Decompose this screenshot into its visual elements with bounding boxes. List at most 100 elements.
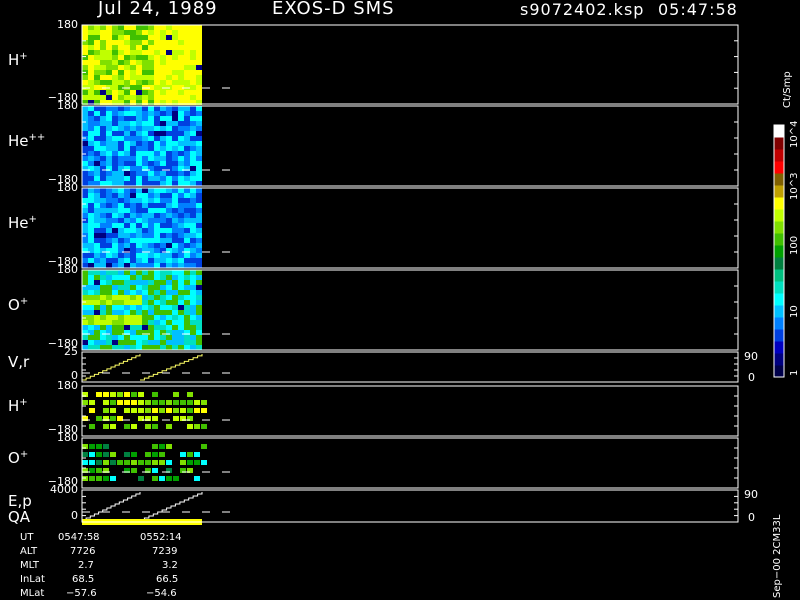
heatmap-cell: [142, 126, 148, 131]
heatmap-cell: [106, 340, 112, 345]
heatmap-cell: [88, 131, 94, 136]
series-line: [82, 492, 203, 521]
heatmap-cell: [142, 141, 148, 146]
heatmap-cell: [100, 40, 106, 45]
heatmap-cell: [106, 263, 112, 268]
heatmap-cell: [82, 325, 88, 330]
heatmap-cell: [184, 198, 190, 203]
heatmap-cell: [201, 424, 207, 429]
heatmap-cell: [148, 340, 154, 345]
heatmap-cell: [118, 295, 124, 300]
heatmap-cell: [136, 35, 142, 40]
heatmap-cell: [142, 198, 148, 203]
heatmap-cell: [142, 193, 148, 198]
heatmap-cell: [100, 345, 106, 350]
heatmap-cell: [94, 156, 100, 161]
heatmap-cell: [88, 25, 94, 30]
heatmap-cell: [100, 176, 106, 181]
heatmap-cell: [148, 151, 154, 156]
heatmap-cell: [166, 290, 172, 295]
heatmap-cell: [154, 156, 160, 161]
heatmap-cell: [82, 198, 88, 203]
heatmap-cell: [190, 325, 196, 330]
heatmap-cell: [136, 30, 142, 35]
heatmap-cell: [184, 208, 190, 213]
heatmap-cell: [196, 243, 202, 248]
heatmap-cell: [112, 146, 118, 151]
heatmap-cell: [166, 340, 172, 345]
heatmap-cell: [112, 65, 118, 70]
y-tick-top: 180: [57, 181, 78, 194]
heatmap-cell: [138, 408, 144, 413]
heatmap-cell: [112, 55, 118, 60]
heatmap-cell: [172, 146, 178, 151]
heatmap-cell: [166, 50, 172, 55]
heatmap-cell: [172, 233, 178, 238]
heatmap-cell: [196, 208, 202, 213]
heatmap-cell: [124, 408, 130, 413]
heatmap-cell: [100, 161, 106, 166]
heatmap-cell: [130, 208, 136, 213]
heatmap-cell: [82, 126, 88, 131]
heatmap-cell: [184, 146, 190, 151]
heatmap-cell: [124, 295, 130, 300]
heatmap-cell: [178, 218, 184, 223]
heatmap-cell: [130, 161, 136, 166]
heatmap-cell: [160, 25, 166, 30]
heatmap-cell: [184, 340, 190, 345]
heatmap-cell: [112, 151, 118, 156]
heatmap-cell: [152, 444, 158, 449]
heatmap-cell: [94, 188, 100, 193]
heatmap-cell: [184, 345, 190, 350]
heatmap-cell: [124, 315, 130, 320]
heatmap-cell: [184, 106, 190, 111]
panel-label-sup: +: [19, 449, 29, 460]
heatmap-cell: [88, 258, 94, 263]
heatmap-cell: [130, 295, 136, 300]
heatmap-cell: [106, 345, 112, 350]
heatmap-cell: [173, 400, 179, 405]
heatmap-cell: [166, 305, 172, 310]
heatmap-cell: [112, 25, 118, 30]
heatmap-cell: [138, 460, 144, 465]
heatmap-cell: [106, 295, 112, 300]
heatmap-cell: [142, 263, 148, 268]
heatmap-cell: [112, 305, 118, 310]
heatmap-cell: [178, 203, 184, 208]
heatmap-cell: [190, 25, 196, 30]
heatmap-cell: [130, 95, 136, 100]
heatmap-cell: [172, 111, 178, 116]
heatmap-cell: [160, 320, 166, 325]
heatmap-cell: [172, 198, 178, 203]
heatmap-cell: [145, 424, 151, 429]
heatmap-cell: [154, 258, 160, 263]
heatmap-cell: [154, 95, 160, 100]
heatmap-cell: [152, 416, 158, 421]
heatmap-cell: [160, 270, 166, 275]
heatmap-cell: [118, 95, 124, 100]
heatmap-cell: [190, 131, 196, 136]
heatmap-cell: [190, 146, 196, 151]
heatmap-cell: [159, 408, 165, 413]
panel-label-text: He: [8, 132, 29, 150]
heatmap-cell: [124, 280, 130, 285]
heatmap-cell: [118, 203, 124, 208]
heatmap-cell: [194, 408, 200, 413]
heatmap-cell: [106, 90, 112, 95]
heatmap-cell: [190, 340, 196, 345]
heatmap-cell: [172, 330, 178, 335]
heatmap-cell: [172, 320, 178, 325]
heatmap-cell: [196, 233, 202, 238]
heatmap-cell: [124, 55, 130, 60]
heatmap-cell: [160, 213, 166, 218]
heatmap-cell: [82, 258, 88, 263]
heatmap-cell: [142, 258, 148, 263]
heatmap-cell: [88, 223, 94, 228]
heatmap-cell: [136, 270, 142, 275]
heatmap-cell: [184, 188, 190, 193]
heatmap-cell: [94, 75, 100, 80]
heatmap-cell: [196, 40, 202, 45]
heatmap-cell: [154, 203, 160, 208]
heatmap-cell: [89, 444, 95, 449]
heatmap-cell: [166, 65, 172, 70]
